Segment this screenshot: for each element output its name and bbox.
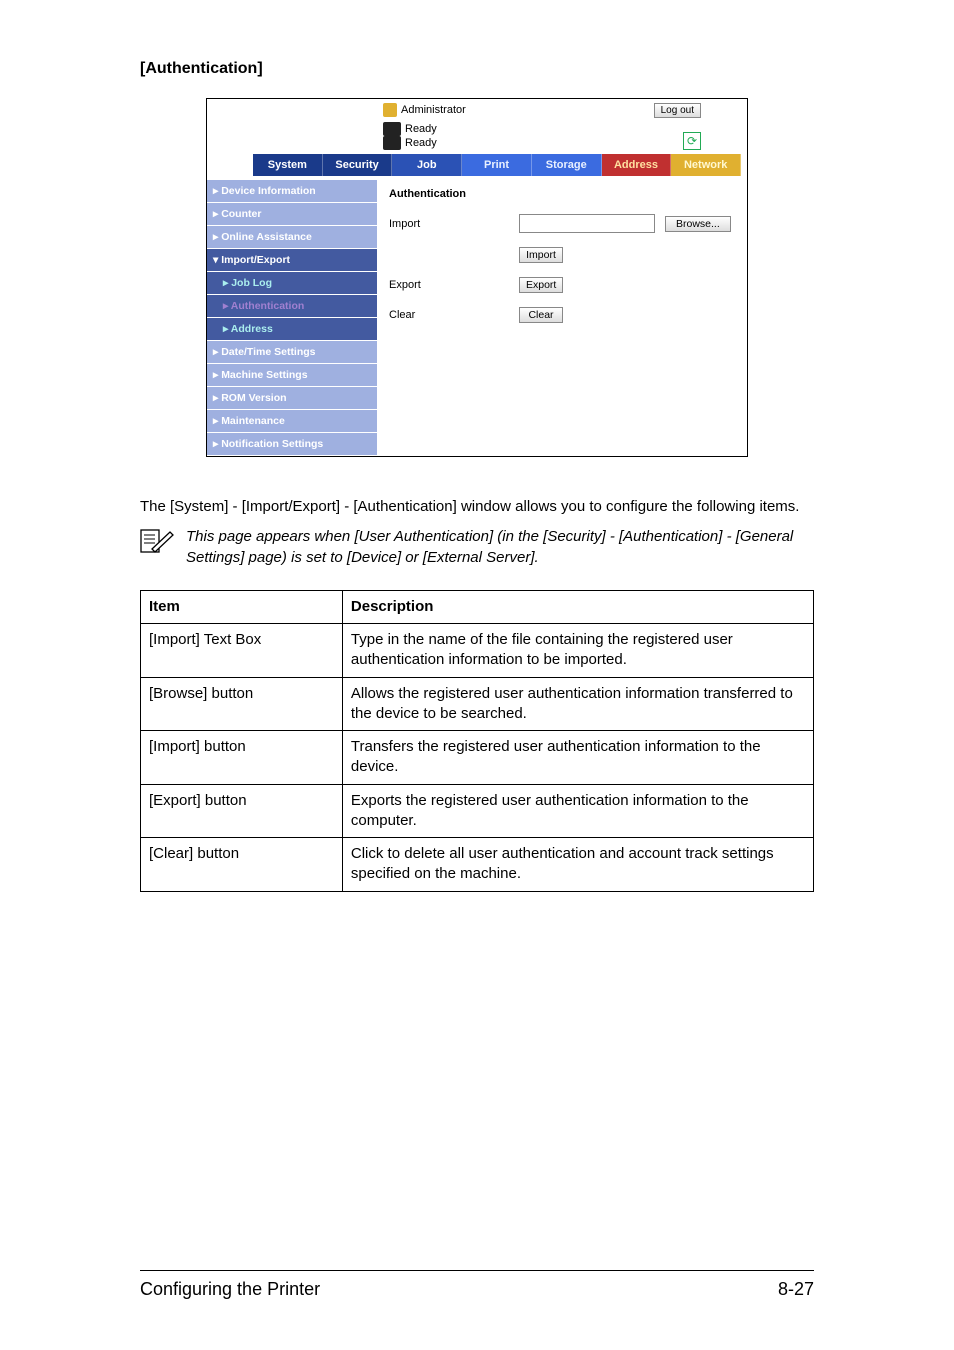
sidebar-item-notification[interactable]: ▸ Notification Settings (207, 433, 377, 456)
sidebar-item-rom[interactable]: ▸ ROM Version (207, 387, 377, 410)
content-title: Authentication (389, 188, 735, 200)
printer-status-2: Ready (383, 136, 437, 150)
table-row: [Clear] button Click to delete all user … (141, 838, 814, 892)
admin-label: Administrator (401, 104, 466, 116)
cell-desc: Click to delete all user authentication … (342, 838, 813, 892)
admin-icon (383, 103, 397, 117)
tab-system[interactable]: System (253, 154, 323, 176)
cell-item: [Import] button (141, 731, 343, 785)
th-desc: Description (342, 590, 813, 623)
printer-status-1: Ready (383, 122, 437, 136)
cell-item: [Import] Text Box (141, 624, 343, 678)
tab-bar: System Security Job Print Storage Addres… (213, 154, 741, 176)
sidebar-subitem-auth[interactable]: ▸ Authentication (207, 295, 377, 318)
refresh-button[interactable]: ⟳ (683, 132, 701, 150)
sidebar-item-import-export[interactable]: ▾ Import/Export (207, 249, 377, 272)
embedded-screenshot: Administrator Log out Ready Ready (206, 98, 748, 457)
sidebar-subitem-address[interactable]: ▸ Address (207, 318, 377, 341)
th-item: Item (141, 590, 343, 623)
intro-paragraph: The [System] - [Import/Export] - [Authen… (140, 497, 814, 517)
cell-desc: Allows the registered user authenticatio… (342, 677, 813, 731)
section-heading: [Authentication] (140, 60, 814, 78)
note-icon (140, 527, 174, 568)
tab-job[interactable]: Job (392, 154, 462, 176)
content-pane: Authentication Import Browse... Import E… (377, 180, 747, 456)
clear-button[interactable]: Clear (519, 307, 563, 323)
export-button[interactable]: Export (519, 277, 563, 293)
note-text: This page appears when [User Authenticat… (186, 527, 814, 568)
footer-title: Configuring the Printer (140, 1279, 320, 1300)
sidebar-item-machine[interactable]: ▸ Machine Settings (207, 364, 377, 387)
tab-storage[interactable]: Storage (532, 154, 602, 176)
import-button[interactable]: Import (519, 247, 563, 263)
sidebar-subitem-job-log[interactable]: ▸ Job Log (207, 272, 377, 295)
sidebar-item-online-assist[interactable]: ▸ Online Assistance (207, 226, 377, 249)
tab-security[interactable]: Security (323, 154, 393, 176)
cell-desc: Type in the name of the file containing … (342, 624, 813, 678)
sidebar: ▸ Device Information ▸ Counter ▸ Online … (207, 180, 377, 456)
table-row: [Import] button Transfers the registered… (141, 731, 814, 785)
page-number: 8-27 (778, 1279, 814, 1300)
sidebar-item-device-info[interactable]: ▸ Device Information (207, 180, 377, 203)
sidebar-item-date-time[interactable]: ▸ Date/Time Settings (207, 341, 377, 364)
cell-item: [Browse] button (141, 677, 343, 731)
ready-label-1: Ready (405, 123, 437, 135)
ready-label-2: Ready (405, 137, 437, 149)
table-row: [Browse] button Allows the registered us… (141, 677, 814, 731)
page-footer: Configuring the Printer 8-27 (140, 1270, 814, 1300)
cell-desc: Transfers the registered user authentica… (342, 731, 813, 785)
tab-print[interactable]: Print (462, 154, 532, 176)
cell-item: [Clear] button (141, 838, 343, 892)
browse-button[interactable]: Browse... (665, 216, 731, 232)
sidebar-item-maintenance[interactable]: ▸ Maintenance (207, 410, 377, 433)
import-text-box[interactable] (519, 214, 655, 233)
sidebar-item-counter[interactable]: ▸ Counter (207, 203, 377, 226)
printer-icon (383, 122, 401, 136)
table-row: [Import] Text Box Type in the name of th… (141, 624, 814, 678)
cell-item: [Export] button (141, 784, 343, 838)
spec-table: Item Description [Import] Text Box Type … (140, 590, 814, 892)
tab-address[interactable]: Address (602, 154, 672, 176)
import-label: Import (389, 218, 509, 230)
clear-label: Clear (389, 309, 509, 321)
screenshot-container: Administrator Log out Ready Ready (140, 98, 814, 457)
cell-desc: Exports the registered user authenticati… (342, 784, 813, 838)
logout-button[interactable]: Log out (654, 103, 701, 118)
printer-icon (383, 136, 401, 150)
export-label: Export (389, 279, 509, 291)
note: This page appears when [User Authenticat… (140, 527, 814, 568)
table-row: [Export] button Exports the registered u… (141, 784, 814, 838)
admin-indicator: Administrator (383, 103, 466, 117)
tab-network[interactable]: Network (671, 154, 741, 176)
